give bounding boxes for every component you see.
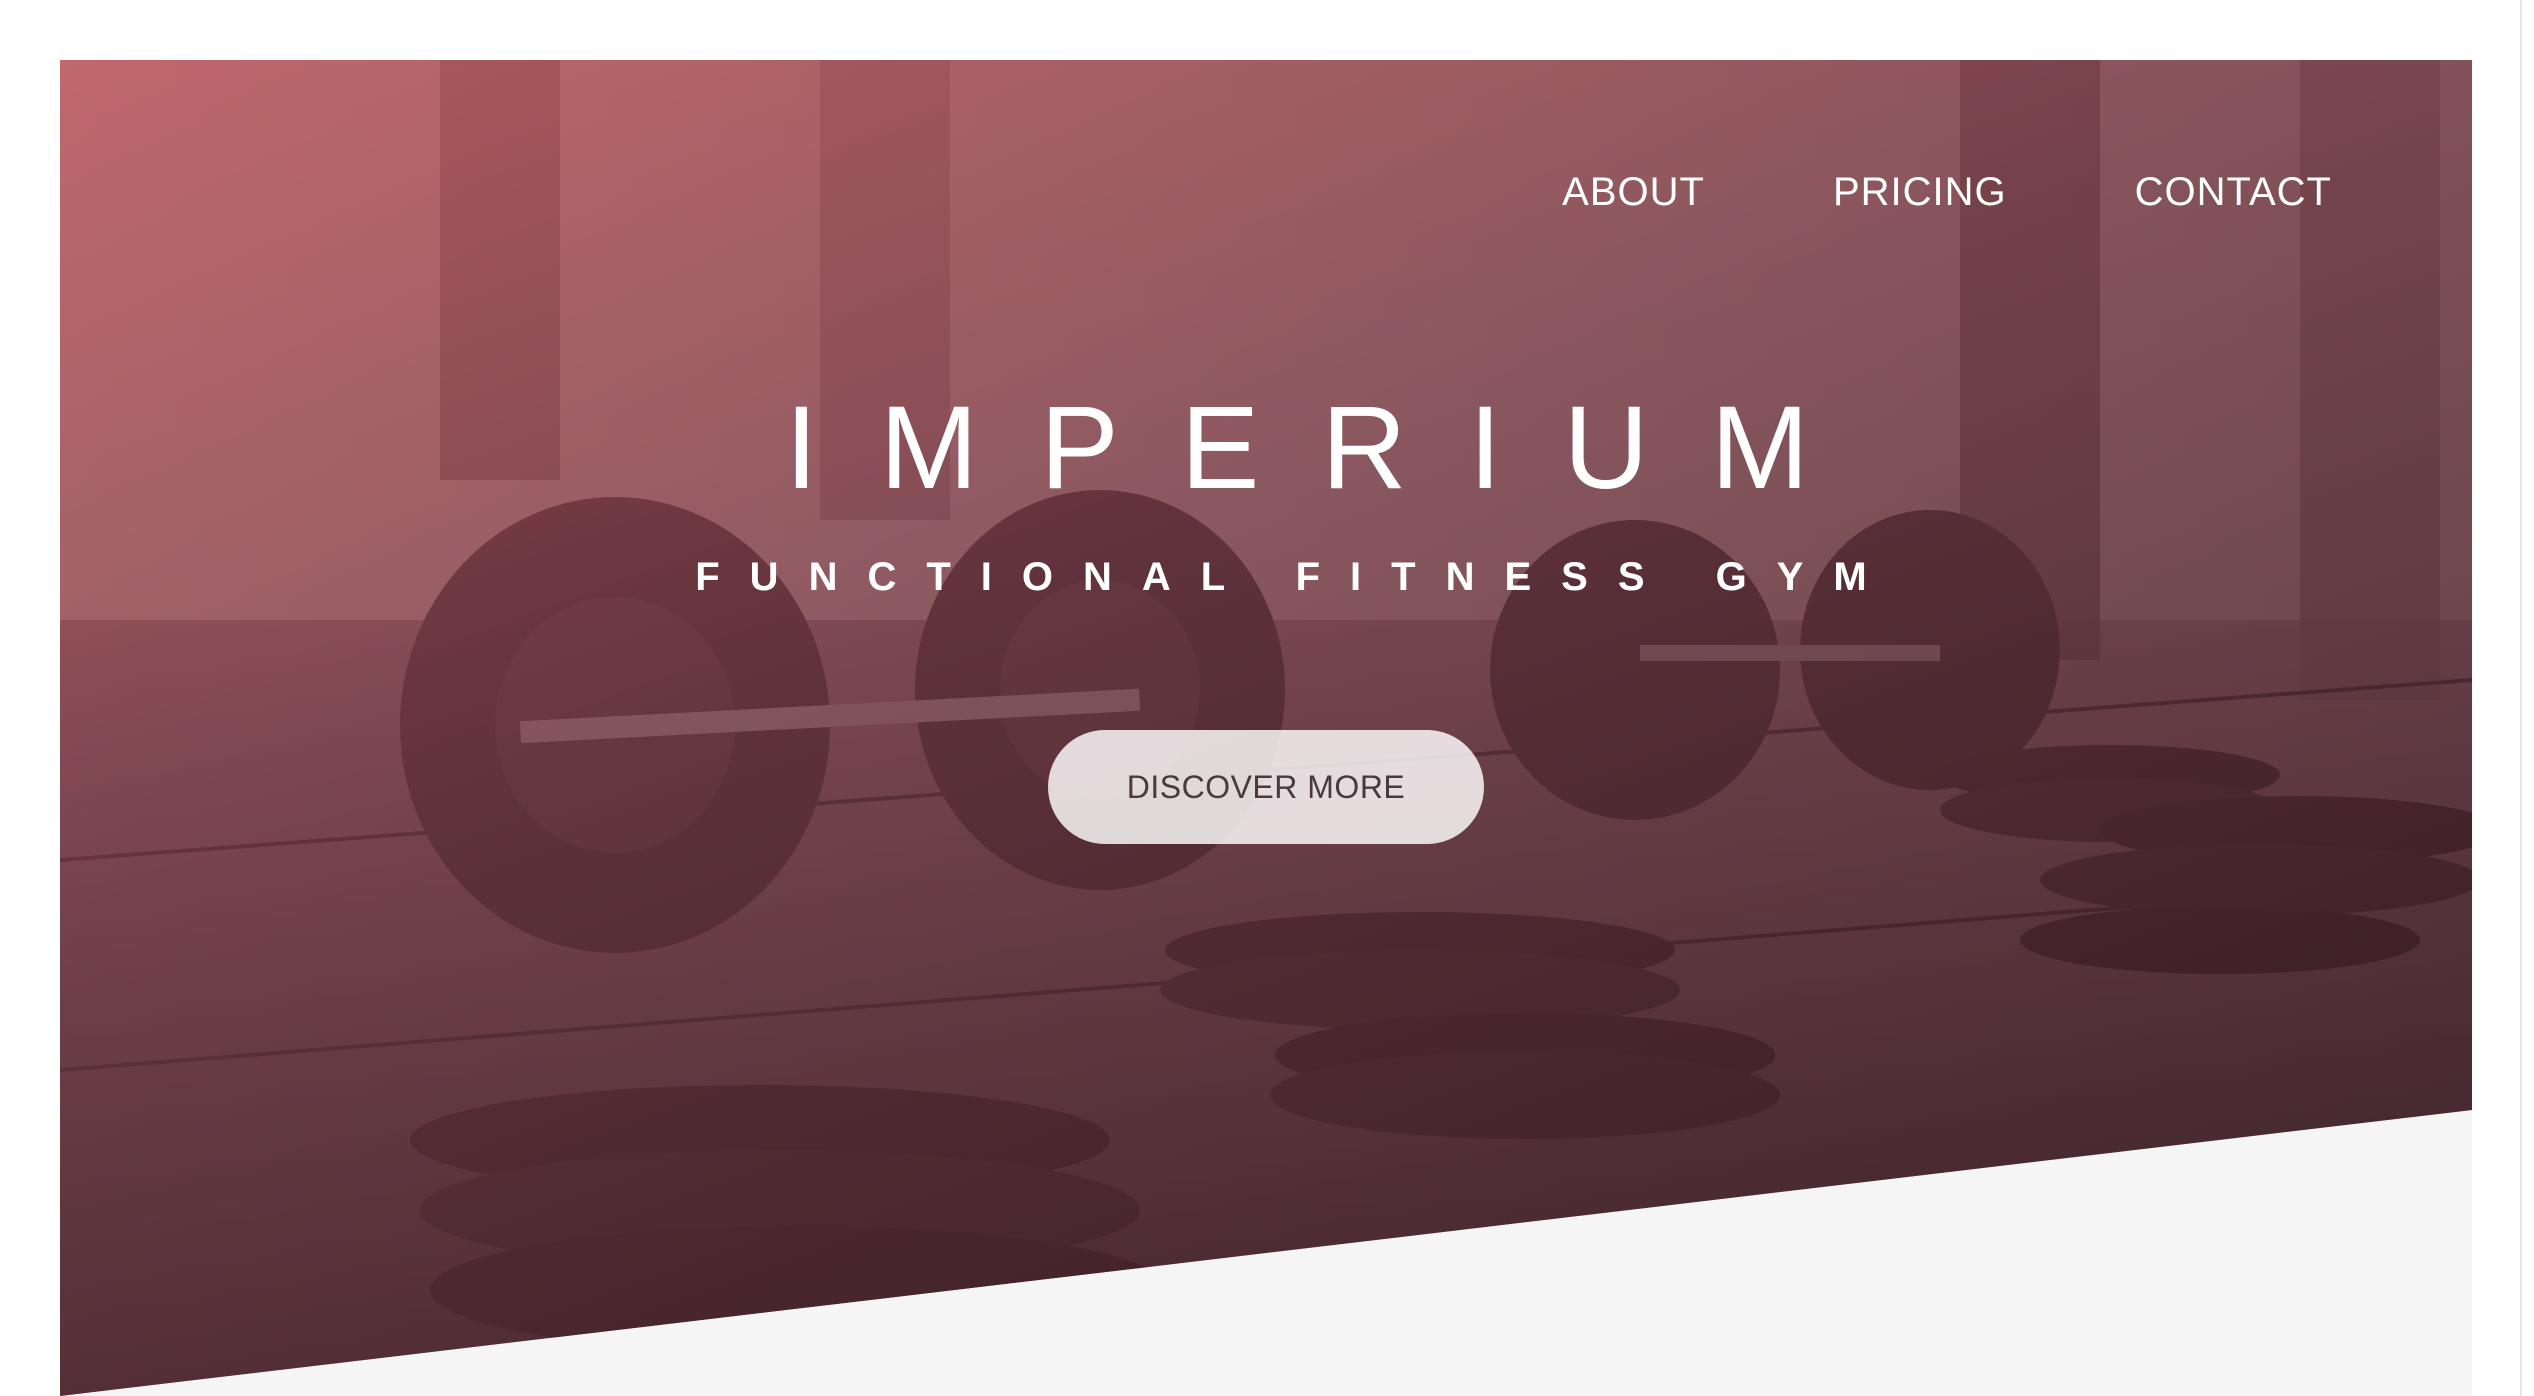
site-frame: ABOUT PRICING CONTACT IMPERIUM FUNCTIONA… — [60, 60, 2472, 1396]
nav-link-about[interactable]: ABOUT — [1562, 170, 1705, 215]
main-nav: ABOUT PRICING CONTACT — [1562, 170, 2332, 215]
nav-link-pricing[interactable]: PRICING — [1833, 170, 2007, 215]
discover-more-button[interactable]: DISCOVER MORE — [1048, 730, 1484, 844]
brand-subtitle: FUNCTIONAL FITNESS GYM — [695, 555, 1897, 599]
brand-title: IMPERIUM — [785, 382, 1871, 514]
page: ABOUT PRICING CONTACT IMPERIUM FUNCTIONA… — [0, 0, 2534, 1396]
hero-color-overlay — [60, 60, 2472, 1396]
page-scrollbar[interactable] — [2520, 0, 2534, 1396]
nav-link-contact[interactable]: CONTACT — [2135, 170, 2332, 215]
hero-section: ABOUT PRICING CONTACT IMPERIUM FUNCTIONA… — [60, 60, 2472, 1396]
